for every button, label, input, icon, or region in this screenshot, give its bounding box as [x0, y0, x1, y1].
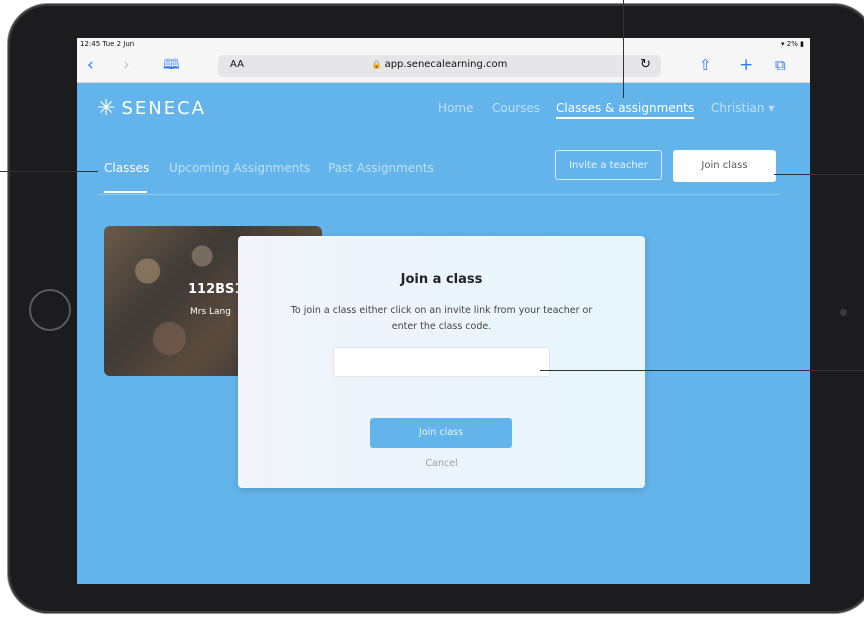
- seneca-logo-icon: ✳: [97, 96, 116, 121]
- nav-classes-assignments[interactable]: Classes & assignments: [556, 101, 695, 119]
- status-date-text: Tue 2 Jun: [102, 40, 135, 48]
- battery-indicator: ▾ 2% ▮: [781, 40, 804, 48]
- nav-home[interactable]: Home: [438, 101, 473, 115]
- new-tab-icon[interactable]: +: [739, 55, 753, 75]
- share-icon[interactable]: ⇧: [699, 55, 712, 75]
- class-code-input[interactable]: [333, 347, 550, 377]
- camera-icon: [840, 309, 847, 316]
- status-time: 12:45 Tue 2 Jun: [80, 40, 134, 48]
- back-icon[interactable]: ‹: [87, 55, 94, 75]
- class-teacher: Mrs Lang: [190, 307, 231, 317]
- screen: 12:45 Tue 2 Jun ▾ 2% ▮ ‹ › 🕮 AA 🔒 app.sen…: [77, 38, 810, 584]
- nav-user-menu[interactable]: Christian ▾: [711, 101, 774, 115]
- tab-past-assignments[interactable]: Past Assignments: [328, 161, 434, 175]
- lock-icon: 🔒: [371, 60, 382, 69]
- url-display[interactable]: 🔒 app.senecalearning.com: [218, 59, 661, 70]
- tab-classes[interactable]: Classes: [104, 161, 149, 175]
- browser-toolbar: ‹ › 🕮 AA 🔒 app.senecalearning.com ↻ ⇧ + ⧉: [77, 51, 810, 83]
- callout-line-join: [774, 174, 864, 175]
- modal-join-button[interactable]: Join class: [370, 418, 512, 448]
- wifi-icon: ▾: [781, 40, 785, 48]
- callout-line-input: [540, 370, 864, 371]
- join-class-button[interactable]: Join class: [673, 150, 776, 182]
- reload-icon[interactable]: ↻: [640, 57, 651, 72]
- active-tab-indicator: [104, 191, 147, 193]
- status-time-text: 12:45: [80, 40, 101, 48]
- home-button[interactable]: [29, 289, 71, 331]
- battery-icon: ▮: [800, 40, 804, 48]
- modal-cancel-link[interactable]: Cancel: [238, 458, 645, 469]
- seneca-logo[interactable]: ✳ SENECA: [97, 96, 206, 121]
- modal-title: Join a class: [400, 272, 483, 287]
- bookmarks-icon[interactable]: 🕮: [163, 55, 180, 75]
- join-class-modal: Join a class To join a class either clic…: [238, 236, 645, 488]
- class-code: 112BS1: [188, 282, 244, 297]
- tab-upcoming-assignments[interactable]: Upcoming Assignments: [169, 161, 310, 175]
- address-bar[interactable]: AA 🔒 app.senecalearning.com ↻: [218, 55, 661, 77]
- callout-line-tabs: [0, 171, 98, 172]
- tabs-divider: [97, 194, 780, 195]
- tabs-icon[interactable]: ⧉: [775, 55, 786, 75]
- seneca-logo-text: SENECA: [121, 98, 206, 119]
- forward-icon[interactable]: ›: [123, 55, 130, 75]
- battery-percent: 2%: [786, 40, 798, 48]
- invite-teacher-button[interactable]: Invite a teacher: [555, 150, 662, 180]
- callout-line-nav: [623, 0, 624, 98]
- status-bar: 12:45 Tue 2 Jun ▾ 2% ▮: [77, 38, 810, 51]
- url-text: app.senecalearning.com: [384, 59, 508, 70]
- modal-description: To join a class either click on an invit…: [290, 305, 593, 332]
- nav-courses[interactable]: Courses: [492, 101, 540, 115]
